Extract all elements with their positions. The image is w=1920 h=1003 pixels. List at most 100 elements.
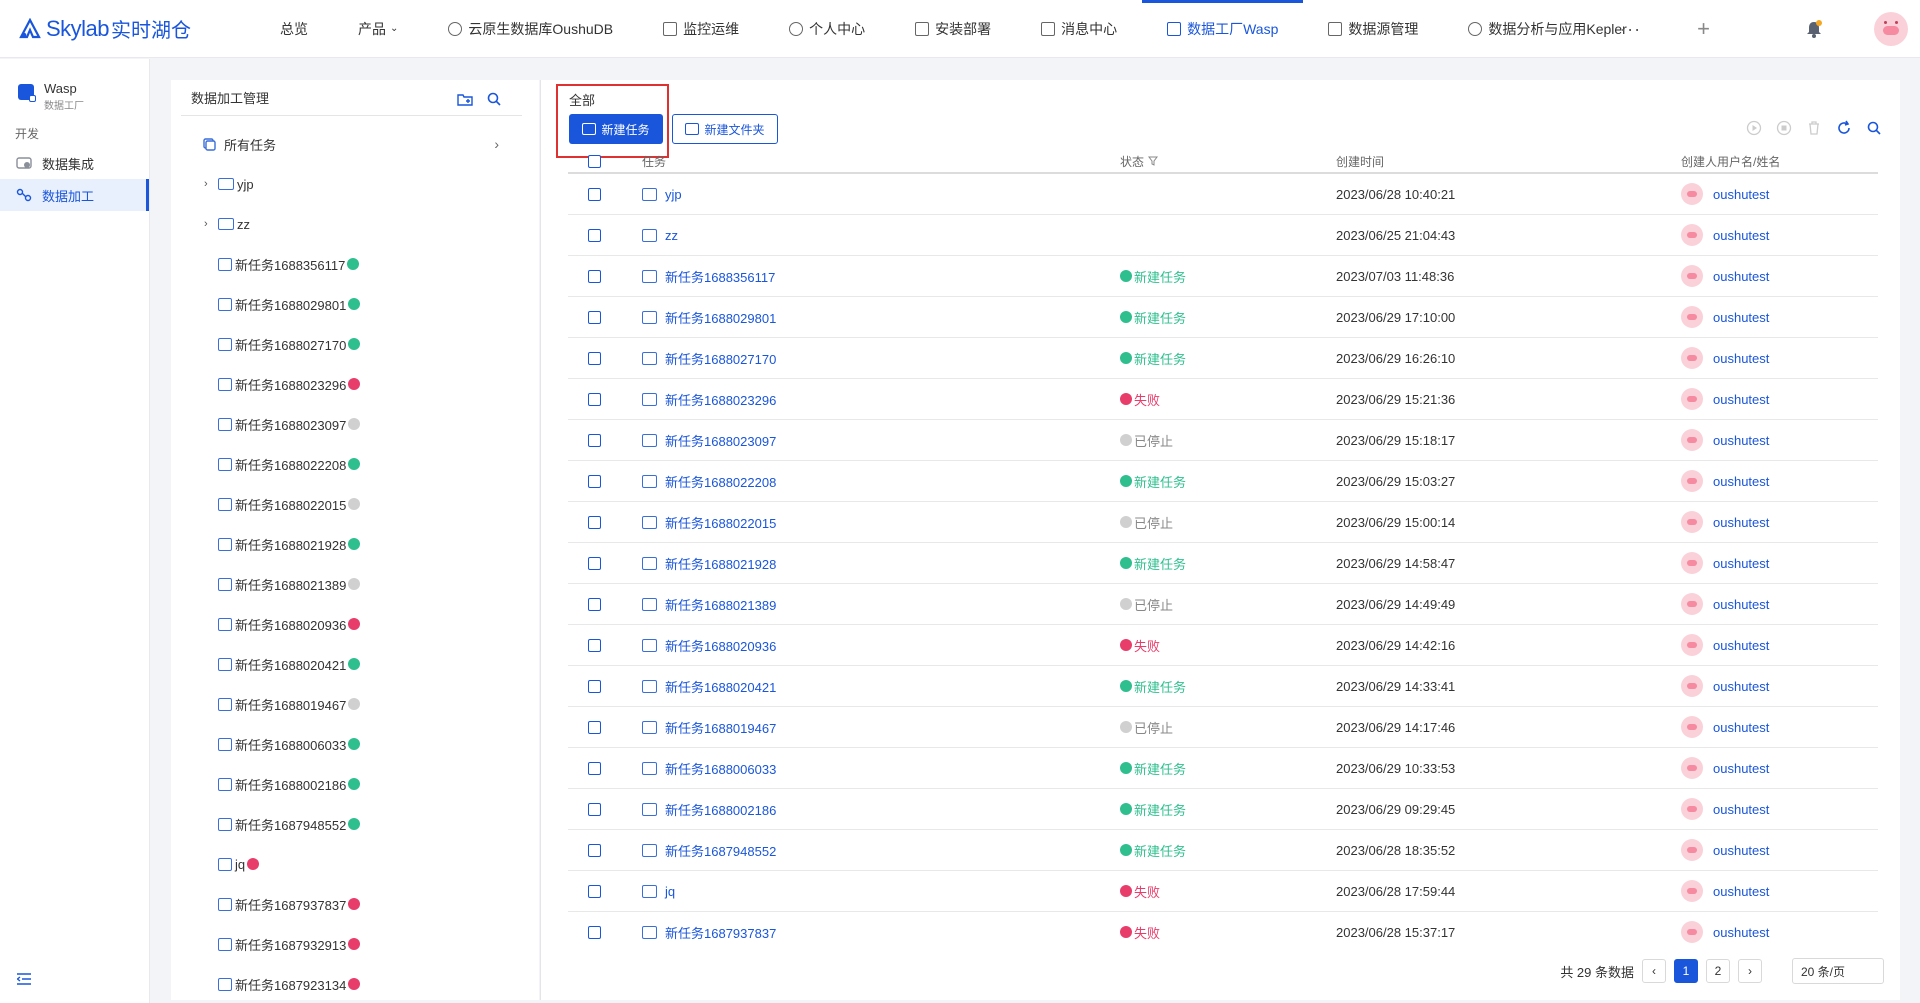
nav-item-5[interactable]: 安装部署 (890, 0, 1016, 58)
row-user-link[interactable]: oushutest (1713, 720, 1769, 735)
sidebar-item-integration[interactable]: 数据集成 (0, 147, 149, 179)
row-user-link[interactable]: oushutest (1713, 515, 1769, 530)
row-user-link[interactable]: oushutest (1713, 556, 1769, 571)
row-name-link[interactable]: zz (665, 228, 678, 243)
row-name-link[interactable]: 新任务1688023097 (665, 431, 776, 450)
next-page-button[interactable]: › (1738, 959, 1762, 983)
row-user-link[interactable]: oushutest (1713, 761, 1769, 776)
row-name-link[interactable]: 新任务1688020421 (665, 677, 776, 696)
row-checkbox[interactable] (588, 310, 601, 324)
add-tab-icon[interactable]: + (1697, 16, 1710, 42)
row-checkbox[interactable] (588, 720, 601, 734)
tree-task[interactable]: 新任务1688356117 (171, 244, 539, 284)
new-folder-button[interactable]: 新建文件夹 (672, 114, 778, 144)
row-checkbox[interactable] (588, 843, 601, 857)
tree-folder[interactable]: › zz (171, 204, 539, 244)
tree-task[interactable]: 新任务1688022015 (171, 484, 539, 524)
nav-item-4[interactable]: 个人中心 (764, 0, 890, 58)
nav-item-3[interactable]: 监控运维 (638, 0, 764, 58)
row-checkbox[interactable] (588, 228, 601, 242)
row-name-link[interactable]: 新任务1688027170 (665, 349, 776, 368)
user-avatar[interactable] (1874, 12, 1908, 46)
table-row[interactable]: 新任务1688021389 已停止 2023/06/29 14:49:49 oushu… (568, 584, 1878, 625)
row-name-link[interactable]: 新任务1688006033 (665, 759, 776, 778)
row-name-link[interactable]: 新任务1688356117 (665, 267, 775, 286)
row-checkbox[interactable] (588, 474, 601, 488)
table-row[interactable]: 新任务1688027170 新建任务 2023/06/29 16:26:10 oush… (568, 338, 1878, 379)
tree-task[interactable]: 新任务1688022208 (171, 444, 539, 484)
stop-icon[interactable] (1776, 120, 1792, 136)
table-row[interactable]: 新任务1688029801 新建任务 2023/06/29 17:10:00 oush… (568, 297, 1878, 338)
tree-task[interactable]: 新任务1688021389 (171, 564, 539, 604)
row-name-link[interactable]: 新任务1688021389 (665, 595, 776, 614)
tree-task[interactable]: 新任务1687948552 (171, 804, 539, 844)
row-name-link[interactable]: jq (665, 884, 675, 899)
row-checkbox[interactable] (588, 392, 601, 406)
select-all-checkbox[interactable] (588, 154, 601, 168)
prev-page-button[interactable]: ‹ (1642, 959, 1666, 983)
table-row[interactable]: 新任务1688356117 新建任务 2023/07/03 11:48:36 oush… (568, 256, 1878, 297)
refresh-icon[interactable] (1836, 120, 1852, 136)
table-row[interactable]: 新任务1687937837 失败 2023/06/28 15:37:17 oushut… (568, 912, 1878, 952)
row-user-link[interactable]: oushutest (1713, 187, 1769, 202)
row-user-link[interactable]: oushutest (1713, 679, 1769, 694)
chevron-right-icon[interactable]: › (494, 136, 499, 152)
row-name-link[interactable]: 新任务1688023296 (665, 390, 776, 409)
nav-item-8[interactable]: 数据源管理 (1303, 0, 1443, 58)
row-name-link[interactable]: 新任务1688019467 (665, 718, 776, 737)
tree-task[interactable]: 新任务1688023097 (171, 404, 539, 444)
logo[interactable]: Skylab 实时湖仓 (18, 14, 228, 43)
row-user-link[interactable]: oushutest (1713, 925, 1769, 940)
nav-item-7[interactable]: 数据工厂Wasp (1142, 0, 1304, 58)
row-checkbox[interactable] (588, 187, 601, 201)
new-folder-icon[interactable] (457, 92, 473, 106)
play-icon[interactable] (1746, 120, 1762, 136)
row-checkbox[interactable] (588, 884, 601, 898)
row-name-link[interactable]: 新任务1687937837 (665, 923, 776, 942)
new-task-button[interactable]: 新建任务 (569, 114, 663, 144)
row-user-link[interactable]: oushutest (1713, 597, 1769, 612)
tree-search-icon[interactable] (486, 92, 502, 106)
tree-task[interactable]: 新任务1688021928 (171, 524, 539, 564)
tree-task[interactable]: 新任务1688020421 (171, 644, 539, 684)
tree-all-tasks[interactable]: 所有任务 › (171, 124, 539, 164)
search-icon[interactable] (1866, 120, 1882, 136)
page-size-select[interactable]: 20 条/页 (1792, 958, 1884, 984)
row-checkbox[interactable] (588, 433, 601, 447)
more-icon[interactable]: ··· (1620, 19, 1641, 40)
table-row[interactable]: 新任务1688023097 已停止 2023/06/29 15:18:17 oushu… (568, 420, 1878, 461)
row-user-link[interactable]: oushutest (1713, 884, 1769, 899)
tree-task[interactable]: jq (171, 844, 539, 884)
row-user-link[interactable]: oushutest (1713, 843, 1769, 858)
table-row[interactable]: 新任务1688002186 新建任务 2023/06/29 09:29:45 oush… (568, 789, 1878, 830)
page-2-button[interactable]: 2 (1706, 959, 1730, 983)
row-user-link[interactable]: oushutest (1713, 802, 1769, 817)
row-user-link[interactable]: oushutest (1713, 228, 1769, 243)
page-1-button[interactable]: 1 (1674, 959, 1698, 983)
row-user-link[interactable]: oushutest (1713, 310, 1769, 325)
nav-item-2[interactable]: 云原生数据库OushuDB (423, 0, 638, 58)
table-row[interactable]: jq 失败 2023/06/28 17:59:44 oushutest (568, 871, 1878, 912)
table-row[interactable]: 新任务1688022208 新建任务 2023/06/29 15:03:27 oush… (568, 461, 1878, 502)
tree-task[interactable]: 新任务1688002186 (171, 764, 539, 804)
row-name-link[interactable]: 新任务1688021928 (665, 554, 776, 573)
tree-task[interactable]: 新任务1688019467 (171, 684, 539, 724)
tree-task[interactable]: 新任务1688006033 (171, 724, 539, 764)
row-name-link[interactable]: 新任务1688029801 (665, 308, 776, 327)
table-row[interactable]: 新任务1687948552 新建任务 2023/06/28 18:35:52 oush… (568, 830, 1878, 871)
row-checkbox[interactable] (588, 638, 601, 652)
row-checkbox[interactable] (588, 556, 601, 570)
row-checkbox[interactable] (588, 515, 601, 529)
row-name-link[interactable]: 新任务1687948552 (665, 841, 776, 860)
tree-folder[interactable]: › yjp (171, 164, 539, 204)
col-status[interactable]: 状态 (1120, 153, 1336, 170)
table-row[interactable]: 新任务1688021928 新建任务 2023/06/29 14:58:47 oush… (568, 543, 1878, 584)
row-checkbox[interactable] (588, 269, 601, 283)
filter-icon[interactable] (1148, 156, 1159, 166)
row-user-link[interactable]: oushutest (1713, 433, 1769, 448)
row-user-link[interactable]: oushutest (1713, 474, 1769, 489)
table-row[interactable]: yjp 2023/06/28 10:40:21 oushutest (568, 174, 1878, 215)
row-checkbox[interactable] (588, 761, 601, 775)
tree-task[interactable]: 新任务1688029801 (171, 284, 539, 324)
row-name-link[interactable]: yjp (665, 187, 682, 202)
